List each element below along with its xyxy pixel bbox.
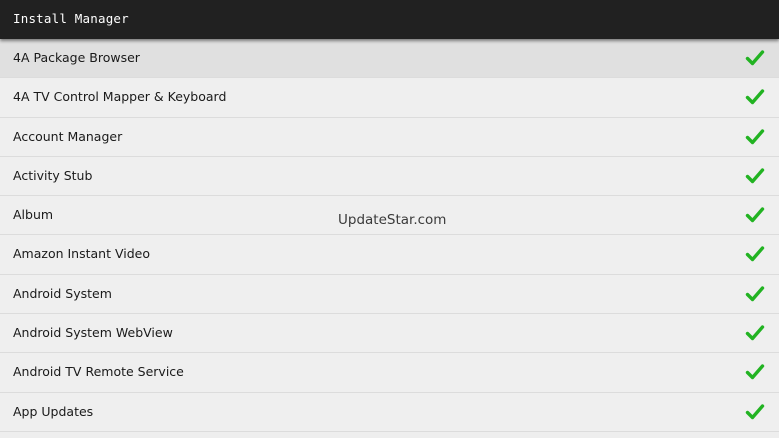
check-icon (745, 89, 765, 105)
check-icon (745, 168, 765, 184)
list-item[interactable]: App Updates (0, 392, 779, 432)
list-item-label: Android TV Remote Service (13, 364, 184, 380)
list-item-label: Album (13, 207, 54, 223)
watermark: UpdateStar.com (338, 212, 447, 228)
list-item-label: Amazon Instant Video (13, 246, 150, 262)
install-manager-window: Install Manager 4A Package Browser 4A TV … (0, 0, 779, 438)
list-item[interactable]: Amazon Instant Video (0, 235, 779, 275)
list-item[interactable]: Account Manager (0, 117, 779, 157)
app-list[interactable]: 4A Package Browser 4A TV Control Mapper &… (0, 39, 779, 438)
list-item-label: 4A Package Browser (13, 50, 140, 65)
list-item[interactable]: Android System (0, 274, 779, 315)
list-item-label: App Updates (13, 403, 94, 419)
check-icon (745, 286, 765, 301)
check-icon (745, 403, 765, 419)
list-item[interactable]: Android TV Remote Service (0, 353, 779, 393)
list-item[interactable]: 4A TV Control Mapper & Keyboard (0, 78, 779, 118)
title-bar: Install Manager (0, 0, 779, 39)
list-item-label: Activity Stub (13, 167, 93, 183)
check-icon (745, 128, 765, 144)
list-item-label: Account Manager (13, 128, 123, 144)
list-item-label: 4A TV Control Mapper & Keyboard (13, 89, 227, 105)
check-icon (745, 246, 765, 262)
list-item[interactable]: 4A Package Browser (0, 39, 779, 79)
check-icon (745, 364, 765, 380)
list-item-label: Android System (13, 285, 112, 301)
check-icon (745, 207, 765, 223)
check-icon (745, 325, 765, 341)
list-item-label: Android System WebView (13, 325, 173, 341)
list-item[interactable]: Activity Stub (0, 156, 779, 197)
window-title: Install Manager (13, 11, 129, 26)
list-item[interactable]: Android System WebView (0, 314, 779, 354)
check-icon (745, 50, 765, 66)
